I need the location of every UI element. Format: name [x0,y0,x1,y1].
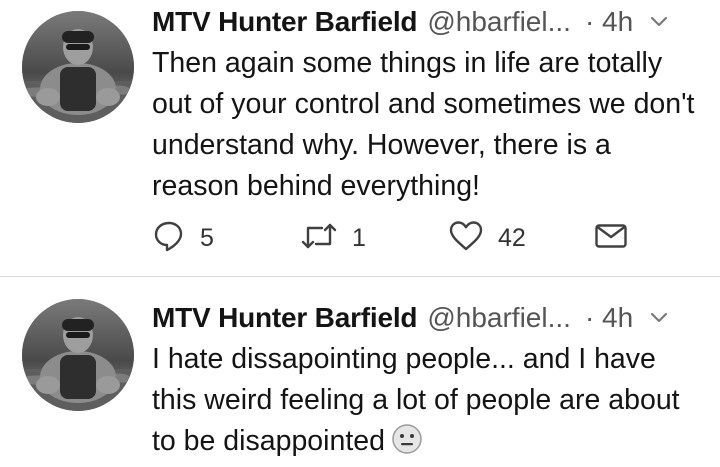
neutral-face-emoji-icon [391,423,423,467]
reply-button[interactable]: 5 [152,218,214,258]
retweet-icon [300,219,338,258]
user-handle[interactable]: @hbarfiel... [427,6,571,38]
display-name[interactable]: MTV Hunter Barfield [152,302,418,334]
chevron-down-icon[interactable] [649,15,669,29]
display-name[interactable]: MTV Hunter Barfield [152,6,418,38]
envelope-icon [594,222,628,255]
heart-icon [448,219,484,258]
reply-icon [152,219,186,258]
tweet-actions: 5 1 42 [152,218,652,258]
avatar[interactable] [22,299,134,411]
chevron-down-icon[interactable] [649,311,669,325]
tweet[interactable]: MTV Hunter Barfield @hbarfiel... · 4h I … [0,277,720,457]
user-handle[interactable]: @hbarfiel... [427,302,571,334]
direct-message-button[interactable] [594,218,628,258]
retweet-button[interactable]: 1 [300,218,366,258]
retweet-count: 1 [352,223,366,252]
tweet-text: Then again some things in life are total… [152,47,695,202]
timeline-feed: MTV Hunter Barfield @hbarfiel... · 4h Th… [0,0,720,457]
reply-count: 5 [200,223,214,252]
tweet-timestamp[interactable]: · 4h [585,6,633,38]
tweet-timestamp[interactable]: · 4h [585,302,633,334]
like-count: 42 [498,223,526,252]
tweet[interactable]: MTV Hunter Barfield @hbarfiel... · 4h Th… [0,0,720,276]
avatar[interactable] [22,11,134,123]
like-button[interactable]: 42 [448,218,526,258]
tweet-header: MTV Hunter Barfield @hbarfiel... · 4h [152,2,710,42]
tweet-header: MTV Hunter Barfield @hbarfiel... · 4h [152,298,710,338]
tweet-text: I hate dissapointing people... and I hav… [152,339,700,467]
